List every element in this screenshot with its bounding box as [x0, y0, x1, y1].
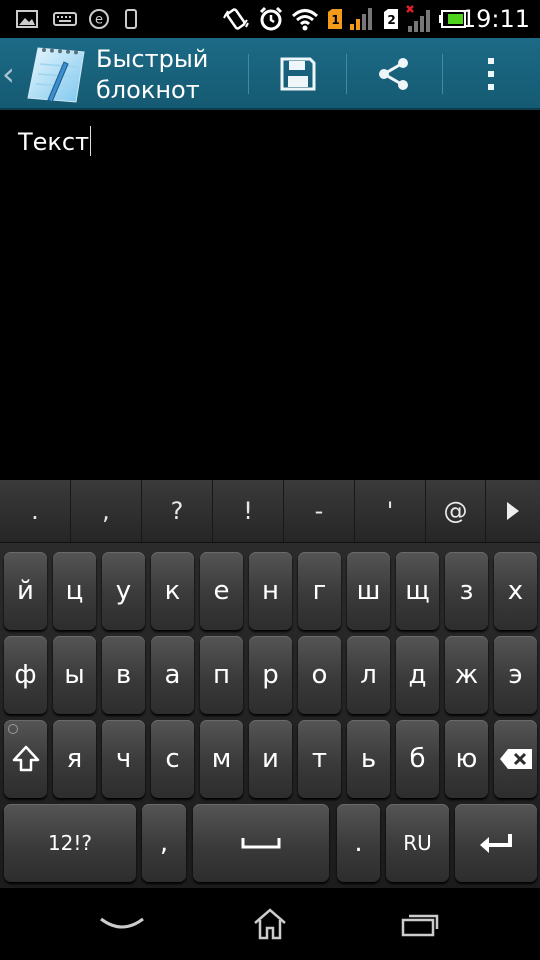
shift-arrow-icon — [12, 745, 39, 772]
suggestion-key[interactable]: ' — [355, 480, 426, 542]
share-icon — [379, 58, 408, 90]
sim1-icon: 1 — [326, 0, 344, 38]
e-notification-icon: e — [86, 0, 112, 38]
enter-key[interactable] — [455, 804, 537, 882]
space-key[interactable] — [193, 804, 329, 882]
key[interactable]: ы — [53, 636, 96, 714]
play-arrow-icon — [507, 502, 519, 520]
recent-apps-icon — [401, 914, 439, 937]
svg-text:e: e — [95, 13, 103, 28]
save-button[interactable] — [250, 38, 346, 110]
key[interactable]: и — [249, 720, 292, 798]
key[interactable]: б — [396, 720, 439, 798]
overflow-menu-icon — [488, 58, 494, 90]
key[interactable]: т — [298, 720, 341, 798]
note-text-area[interactable]: Текст — [18, 126, 92, 156]
overflow-menu-button[interactable] — [442, 38, 540, 110]
action-divider — [248, 54, 249, 94]
key[interactable]: й — [4, 552, 47, 630]
share-button[interactable] — [346, 38, 442, 110]
language-key[interactable]: RU — [386, 804, 449, 882]
key[interactable]: н — [249, 552, 292, 630]
key[interactable]: э — [494, 636, 537, 714]
key[interactable]: п — [200, 636, 243, 714]
period-key[interactable]: . — [337, 804, 380, 882]
note-editor[interactable]: Текст — [0, 110, 540, 480]
backspace-icon — [499, 749, 532, 769]
key[interactable]: а — [151, 636, 194, 714]
key[interactable]: р — [249, 636, 292, 714]
gallery-icon — [14, 0, 40, 38]
symbols-key[interactable]: 12!? — [4, 804, 136, 882]
home-button[interactable] — [228, 888, 312, 960]
key[interactable]: с — [151, 720, 194, 798]
key[interactable]: з — [445, 552, 488, 630]
key[interactable]: е — [200, 552, 243, 630]
sim2-label: 2 — [387, 13, 395, 27]
home-icon — [254, 908, 286, 940]
caps-indicator-icon — [8, 724, 18, 734]
wifi-icon — [290, 0, 320, 38]
text-caret — [90, 126, 92, 156]
space-bar-icon — [241, 838, 281, 849]
key[interactable]: л — [347, 636, 390, 714]
sim2-icon: 2 — [382, 0, 400, 38]
suggestion-more-button[interactable] — [486, 480, 540, 542]
keyboard-icon — [52, 0, 78, 38]
up-chevron-icon[interactable]: ‹ — [2, 38, 15, 110]
key[interactable]: ш — [347, 552, 390, 630]
status-time: 19:11 — [460, 5, 530, 33]
suggestion-key[interactable]: . — [0, 480, 71, 542]
alarm-icon — [256, 0, 286, 38]
key[interactable]: щ — [396, 552, 439, 630]
save-icon — [280, 57, 316, 91]
key[interactable]: у — [102, 552, 145, 630]
comma-key[interactable]: , — [142, 804, 186, 882]
suggestion-key[interactable]: - — [284, 480, 355, 542]
backspace-key[interactable] — [494, 720, 537, 798]
phone-icon — [122, 0, 140, 38]
back-icon — [100, 917, 144, 929]
key[interactable]: г — [298, 552, 341, 630]
suggestion-bar: . , ? ! - ' @ — [0, 480, 540, 543]
key[interactable]: в — [102, 636, 145, 714]
soft-keyboard: . , ? ! - ' @ й ц у к е н г ш щ з х ф ы … — [0, 480, 540, 888]
shift-key[interactable] — [4, 720, 47, 798]
enter-arrow-icon — [480, 834, 512, 853]
key[interactable]: ю — [445, 720, 488, 798]
recent-apps-button[interactable] — [378, 888, 462, 960]
key[interactable]: м — [200, 720, 243, 798]
key[interactable]: я — [53, 720, 96, 798]
vibrate-icon — [222, 0, 250, 38]
key[interactable]: ь — [347, 720, 390, 798]
key[interactable]: о — [298, 636, 341, 714]
status-bar: e 1 2 19:11 — [0, 0, 540, 38]
key[interactable]: д — [396, 636, 439, 714]
key[interactable]: ц — [53, 552, 96, 630]
suggestion-key[interactable]: @ — [426, 480, 486, 542]
suggestion-key[interactable]: ! — [213, 480, 284, 542]
app-title: Быстрый блокнот — [96, 45, 209, 104]
signal2-icon — [404, 0, 434, 38]
action-bar: ‹ Быстрый блокнот — [0, 38, 540, 110]
back-button[interactable] — [80, 888, 164, 960]
navigation-bar — [0, 888, 540, 960]
notepad-app-icon[interactable] — [20, 42, 90, 106]
suggestion-key[interactable]: , — [71, 480, 142, 542]
sim1-label: 1 — [331, 13, 339, 27]
note-text: Текст — [18, 128, 90, 156]
signal1-icon — [348, 0, 376, 38]
key[interactable]: ч — [102, 720, 145, 798]
key[interactable]: х — [494, 552, 537, 630]
key[interactable]: ф — [4, 636, 47, 714]
key[interactable]: ж — [445, 636, 488, 714]
suggestion-key[interactable]: ? — [142, 480, 213, 542]
key[interactable]: к — [151, 552, 194, 630]
